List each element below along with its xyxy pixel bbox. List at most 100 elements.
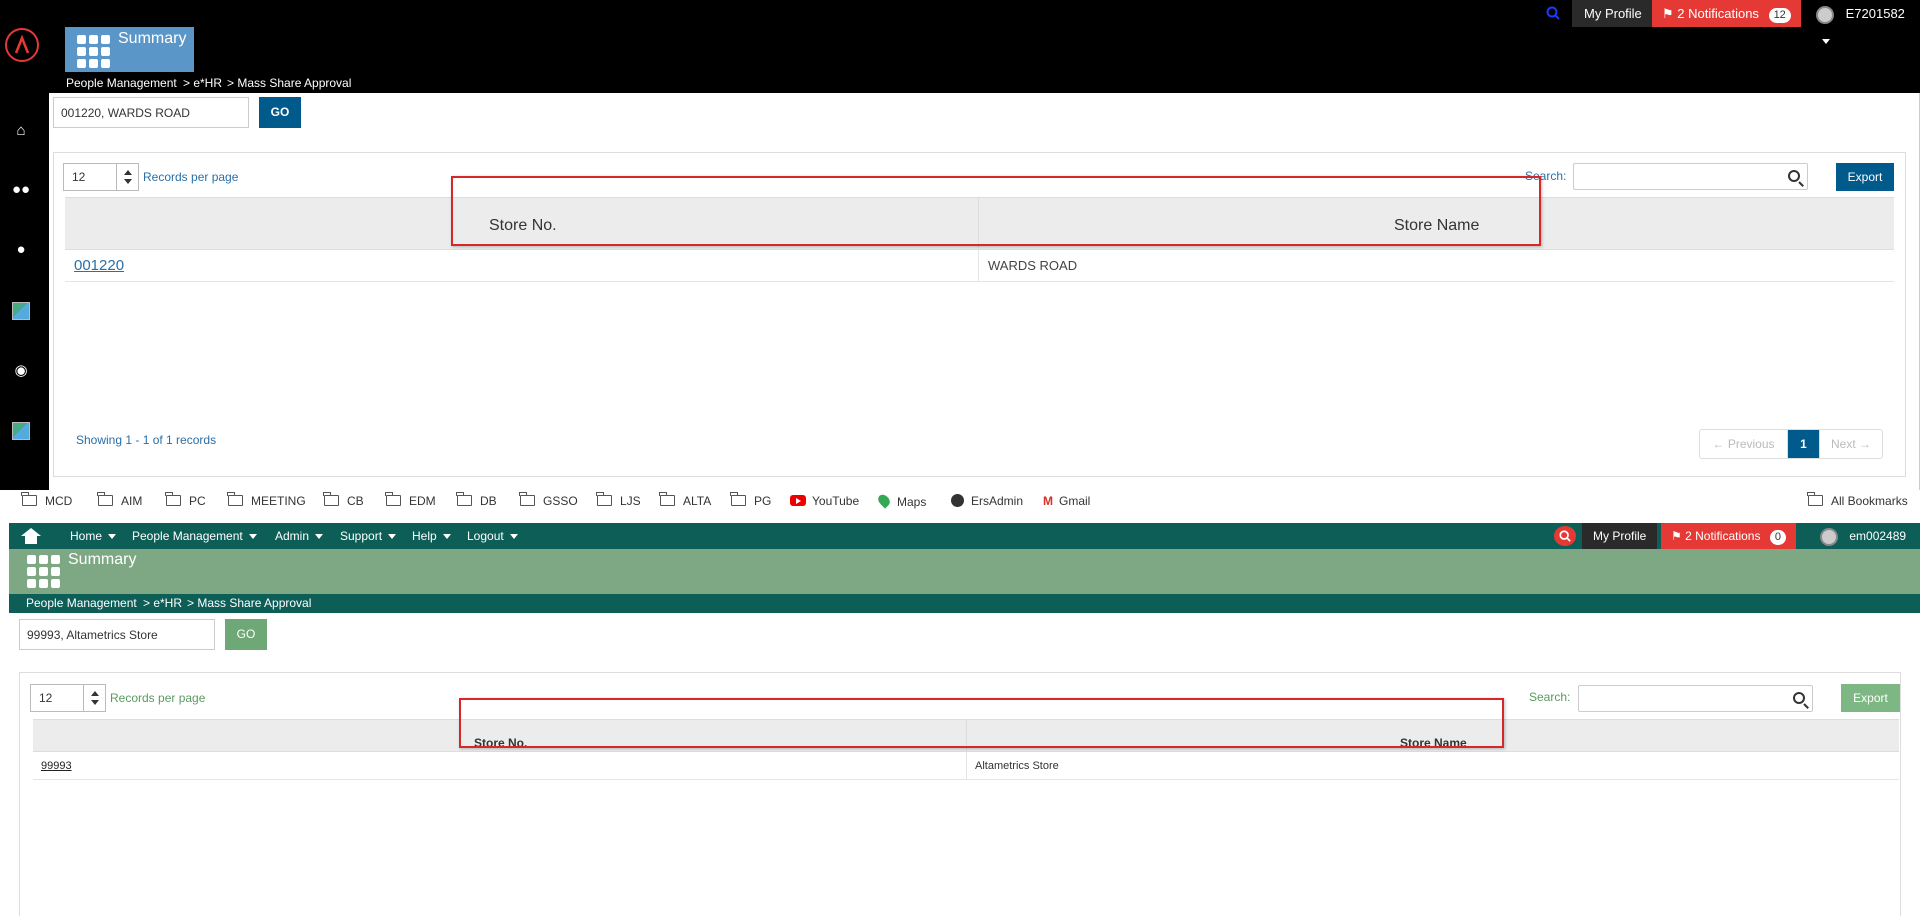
search-input[interactable] <box>1573 163 1808 190</box>
summary-label: Summary <box>118 30 187 47</box>
users-icon[interactable]: ●● <box>12 181 30 199</box>
bookmark-youtube[interactable]: YouTube <box>790 494 859 508</box>
store-no-link[interactable]: 99993 <box>41 760 72 772</box>
bookmark-gsso[interactable]: GSSO <box>519 492 578 508</box>
go-button[interactable]: GO <box>225 619 267 650</box>
bookmark-mcd[interactable]: MCD <box>21 492 73 508</box>
showing-records-text: Showing 1 - 1 of 1 records <box>76 433 217 447</box>
records-per-page-select[interactable]: 12 <box>63 163 139 191</box>
caret-down-icon <box>248 534 257 540</box>
home-icon[interactable]: ⌂ <box>12 122 30 140</box>
user-menu[interactable]: E7201582 <box>1808 0 1920 45</box>
nav-label: Help <box>412 529 437 543</box>
search-icon[interactable] <box>1788 170 1800 182</box>
bookmark-alta[interactable]: ALTA <box>659 492 711 508</box>
user-menu[interactable]: em002489 <box>1812 523 1920 566</box>
bookmark-meeting[interactable]: MEETING <box>227 492 306 508</box>
breadcrumb-ehr[interactable]: > e*HR <box>143 596 182 610</box>
export-button[interactable]: Export <box>1841 684 1900 712</box>
bookmark-pc[interactable]: PC <box>165 492 206 508</box>
export-button[interactable]: Export <box>1836 163 1894 191</box>
avatar <box>1816 5 1834 24</box>
bookmark-pg[interactable]: PG <box>730 492 771 508</box>
notifications-badge: 12 <box>1768 8 1791 23</box>
summary-tile[interactable]: Summary <box>65 27 194 72</box>
bookmark-label: Maps <box>897 495 927 509</box>
summary-band <box>9 549 1920 594</box>
store-name-cell: WARDS ROAD <box>988 258 1078 273</box>
bookmark-db[interactable]: DB <box>456 492 497 508</box>
next-page-button[interactable]: Next → <box>1819 430 1882 458</box>
previous-page-button[interactable]: ← Previous <box>1700 430 1788 458</box>
nav-home[interactable]: Home <box>70 529 117 543</box>
summary-label: Summary <box>68 551 137 568</box>
search-icon[interactable] <box>1546 0 1562 27</box>
bookmark-cb[interactable]: CB <box>323 492 364 508</box>
table-row: 99993 Altametrics Store <box>33 752 1899 780</box>
bookmark-label: MCD <box>45 494 73 508</box>
summary-tile[interactable]: Summary <box>9 549 145 594</box>
row-divider <box>966 752 967 779</box>
store-input[interactable] <box>53 97 249 128</box>
store-no-link[interactable]: 001220 <box>74 257 124 274</box>
go-button[interactable]: GO <box>259 97 301 128</box>
folder-icon <box>730 492 746 506</box>
bookmark-ljs[interactable]: LJS <box>596 492 641 508</box>
bookmark-label: YouTube <box>812 494 860 508</box>
home-icon[interactable] <box>21 528 41 544</box>
notifications-button[interactable]: ⚑ 2 Notifications 12 <box>1652 0 1801 27</box>
breadcrumb-ehr[interactable]: > e*HR <box>183 76 222 90</box>
user-icon[interactable]: ● <box>12 241 30 259</box>
maps-icon <box>875 492 893 509</box>
store-input[interactable] <box>19 619 215 650</box>
row-divider <box>978 250 979 281</box>
breadcrumb-mass-share-approval: > Mass Share Approval <box>187 596 312 610</box>
bookmark-label: LJS <box>620 494 641 508</box>
search-icon[interactable] <box>1793 692 1805 704</box>
folder-icon <box>659 492 675 506</box>
broken-image-icon[interactable] <box>12 422 30 440</box>
left-rail: ⌂ ●● ● ◉ <box>0 0 49 493</box>
nav-admin[interactable]: Admin <box>275 529 324 543</box>
caret-down-icon <box>108 534 117 540</box>
my-profile-button[interactable]: My Profile <box>1582 523 1658 549</box>
globe-icon[interactable]: ◉ <box>12 362 30 380</box>
bookmark-label: AIM <box>121 494 143 508</box>
notifications-button[interactable]: ⚑ 2 Notifications 0 <box>1661 523 1796 549</box>
broken-image-icon[interactable] <box>12 302 30 320</box>
folder-icon <box>165 492 181 506</box>
notifications-label: 2 Notifications <box>1685 529 1761 543</box>
red-highlight-box <box>459 698 1504 748</box>
search-icon[interactable] <box>1554 526 1576 546</box>
spinner-icon[interactable] <box>116 164 138 190</box>
caret-down-icon <box>442 534 451 540</box>
caret-down-icon <box>315 534 324 540</box>
notifications-label: 2 Notifications <box>1677 6 1759 21</box>
breadcrumb-people-management[interactable]: People Management <box>26 596 137 610</box>
nav-support[interactable]: Support <box>340 529 397 543</box>
bookmark-edm[interactable]: EDM <box>385 492 436 508</box>
breadcrumb: People Management > e*HR > Mass Share Ap… <box>49 73 1920 93</box>
nav-help[interactable]: Help <box>412 529 451 543</box>
all-bookmarks[interactable]: All Bookmarks <box>1807 492 1908 508</box>
records-per-page-select[interactable]: 12 <box>30 684 106 712</box>
bookmark-maps[interactable]: Maps <box>875 492 927 509</box>
breadcrumb-people-management[interactable]: People Management <box>66 76 177 90</box>
nav-logout[interactable]: Logout <box>467 529 518 543</box>
my-profile-button[interactable]: My Profile <box>1572 0 1654 27</box>
bookmark-aim[interactable]: AIM <box>97 492 143 508</box>
app-logo-icon[interactable] <box>5 28 39 62</box>
nav-people-management[interactable]: People Management <box>132 529 257 543</box>
folder-icon <box>227 492 243 506</box>
search-input[interactable] <box>1578 685 1813 712</box>
bookmark-gmail[interactable]: M Gmail <box>1043 494 1090 508</box>
globe-icon <box>951 494 964 507</box>
bookmark-ersadmin[interactable]: ErsAdmin <box>951 494 1023 508</box>
notifications-badge: 0 <box>1769 530 1786 545</box>
page-1-button[interactable]: 1 <box>1788 430 1819 458</box>
bookmark-label: Gmail <box>1059 494 1091 508</box>
folder-icon <box>596 492 612 506</box>
spinner-icon[interactable] <box>83 685 105 711</box>
records-per-page-value: 12 <box>72 170 86 184</box>
caret-down-icon <box>509 534 518 540</box>
